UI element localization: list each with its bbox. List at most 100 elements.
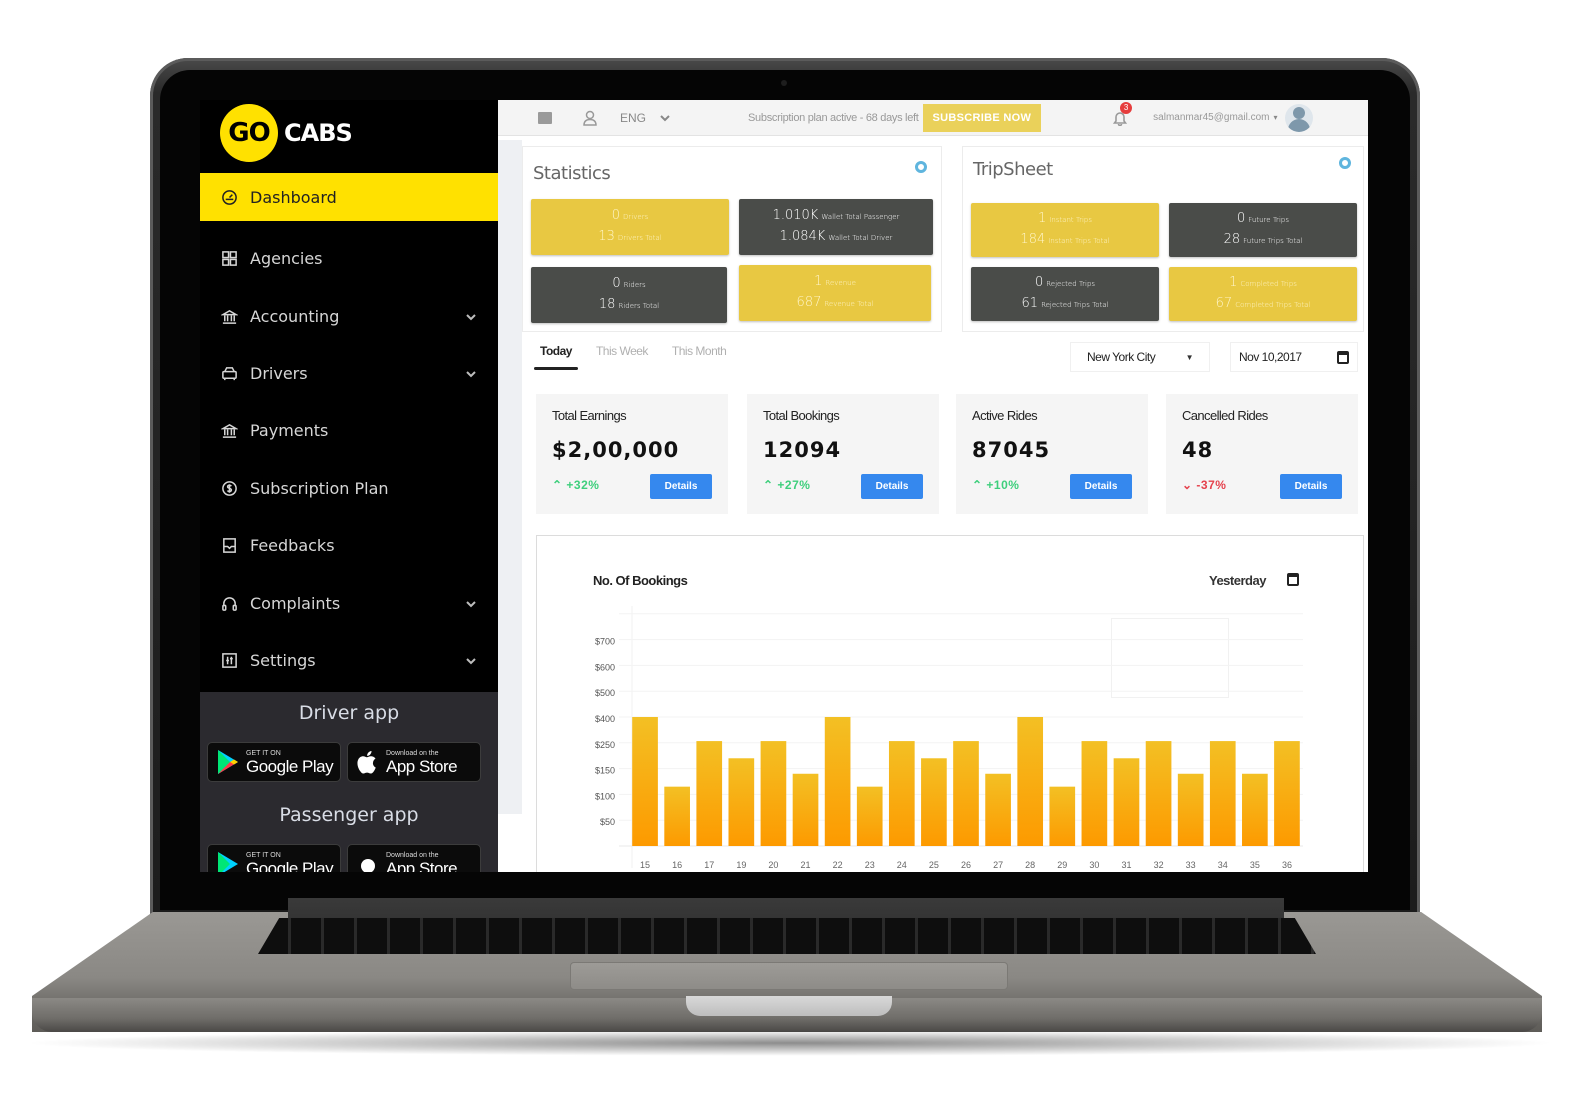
sidebar-item-feedbacks[interactable]: Feedbacks [200,517,498,574]
x-tick-label: 24 [897,860,907,870]
bar-26[interactable] [953,741,979,846]
kpi-delta-value: -37% [1196,478,1227,492]
chevron-down-icon[interactable] [464,309,478,323]
chevron-down-icon[interactable] [464,596,478,610]
kpi-delta-value: +32% [566,478,600,492]
details-button[interactable]: Details [861,474,923,499]
notifications-button[interactable]: 3 [1113,101,1133,126]
sidebar-item-complaints[interactable]: Complaints [200,574,498,631]
chevron-down-icon[interactable] [464,653,478,667]
details-button[interactable]: Details [1070,474,1132,499]
bar-30[interactable] [1081,741,1108,846]
tile-value: 0 [1237,211,1246,226]
sidebar-item-settings[interactable]: Settings [200,632,498,689]
refresh-icon[interactable] [1339,157,1351,169]
sidebar-item-agencies[interactable]: Agencies [200,230,498,287]
x-tick-label: 23 [865,860,875,870]
x-tick-label: 29 [1057,860,1067,870]
city-select[interactable]: New York City ▼ [1070,342,1210,372]
sidebar-item-label: Subscription Plan [250,478,389,498]
bar-28[interactable] [1017,717,1044,846]
sidebar-item-dashboard[interactable]: Dashboard [200,173,498,221]
menu-toggle-icon[interactable] [538,111,552,124]
tab-today[interactable]: Today [534,344,578,370]
avatar[interactable] [1285,103,1314,132]
x-tick-label: 25 [929,860,939,870]
user-email-menu[interactable]: salmanmar45@gmail.com [1153,112,1269,123]
tile-metric: 0 Riders [612,274,645,295]
y-tick-label: $500 [595,688,615,698]
keyboard [258,918,1316,954]
sidebar-nav: Dashboard Agencies Accounting Drivers Paymen… [200,173,498,689]
date-input[interactable]: Nov 10,2017 [1230,342,1358,372]
tripsheet-tile[interactable]: 1 Instant Trips 184 Instant Trips Total [971,203,1159,257]
sidebar-item-accounting[interactable]: Accounting [200,287,498,344]
bar-29[interactable] [1049,786,1076,846]
bar-21[interactable] [792,773,819,846]
tile-value: 0 [612,276,621,291]
bar-32[interactable] [1145,741,1172,846]
tripsheet-tile[interactable]: 1 Completed Trips 67 Completed Trips Total [1169,267,1357,321]
trackpad [570,962,1008,990]
bar-35[interactable] [1242,773,1268,846]
bar-34[interactable] [1209,741,1236,846]
passenger-google-play-button[interactable]: GET IT ON Google Play [207,844,341,872]
bar-36[interactable] [1274,741,1300,846]
apple-icon [357,751,376,774]
bar-25[interactable] [921,758,947,846]
driver-google-play-button[interactable]: GET IT ON Google Play [207,742,341,782]
calendar-icon[interactable] [1337,351,1349,364]
logo[interactable]: GO CABS [220,104,353,162]
sidebar-item-subscription-plan[interactable]: Subscription Plan [200,460,498,517]
language-select[interactable]: ENG [620,111,646,125]
bar-27[interactable] [985,773,1011,846]
tile-label: Revenue [825,279,856,287]
tab-this-week[interactable]: This Week [596,344,648,370]
bar-24[interactable] [888,741,915,846]
bar-15[interactable] [632,717,658,846]
date-value: Nov 10,2017 [1239,350,1302,364]
y-tick-label: $150 [595,766,615,776]
bar-33[interactable] [1177,773,1204,846]
kpi-delta-value: +10% [986,478,1020,492]
bar-31[interactable] [1113,758,1140,846]
sidebar-item-payments[interactable]: Payments [200,402,498,459]
subscribe-now-button[interactable]: SUBSCRIBE NOW [922,103,1042,132]
chevron-down-icon[interactable] [660,114,670,122]
tripsheet-tile[interactable]: 0 Future Trips 28 Future Trips Total [1169,203,1357,257]
y-tick-label: $600 [595,662,615,672]
driver-app-store-button[interactable]: Download on the App Store [347,742,481,782]
caret-down-icon[interactable]: ▾ [1273,113,1277,122]
statistics-tile[interactable]: 0 Riders 18 Riders Total [531,267,727,323]
bar-20[interactable] [760,741,787,846]
tile-label: Future Trips [1248,216,1289,224]
x-tick-label: 31 [1121,860,1131,870]
sidebar-item-label: Settings [250,650,316,670]
tile-metric: 0 Rejected Trips [1035,273,1095,294]
x-tick-label: 17 [704,860,714,870]
x-tick-label: 30 [1089,860,1099,870]
tile-value: 13 [598,229,615,244]
tile-metric: 67 Completed Trips Total [1216,294,1311,315]
tile-metric: 13 Drivers Total [598,227,661,248]
bar-23[interactable] [856,786,883,846]
sidebar-item-drivers[interactable]: Drivers [200,345,498,402]
bar-17[interactable] [696,741,723,846]
x-tick-label: 26 [961,860,971,870]
statistics-tile[interactable]: 1.010K Wallet Total Passenger 1.084K Wallet… [739,199,933,255]
tab-this-month[interactable]: This Month [672,344,727,370]
statistics-tile[interactable]: 1 Revenue 687 Revenue Total [739,265,931,321]
user-icon[interactable] [582,110,598,126]
chevron-down-icon[interactable] [464,366,478,380]
details-button[interactable]: Details [650,474,712,499]
passenger-app-store-button[interactable]: Download on the App Store [347,844,481,872]
tripsheet-tile[interactable]: 0 Rejected Trips 61 Rejected Trips Total [971,267,1159,321]
bar-16[interactable] [664,786,690,846]
laptop-shadow [20,1030,1560,1056]
details-button[interactable]: Details [1280,474,1342,499]
bar-19[interactable] [728,758,755,846]
bar-22[interactable] [824,717,851,846]
app-downloads: Driver app GET IT ON Google Play Download… [200,692,498,872]
refresh-icon[interactable] [915,161,927,173]
statistics-tile[interactable]: 0 Drivers 13 Drivers Total [531,199,729,255]
